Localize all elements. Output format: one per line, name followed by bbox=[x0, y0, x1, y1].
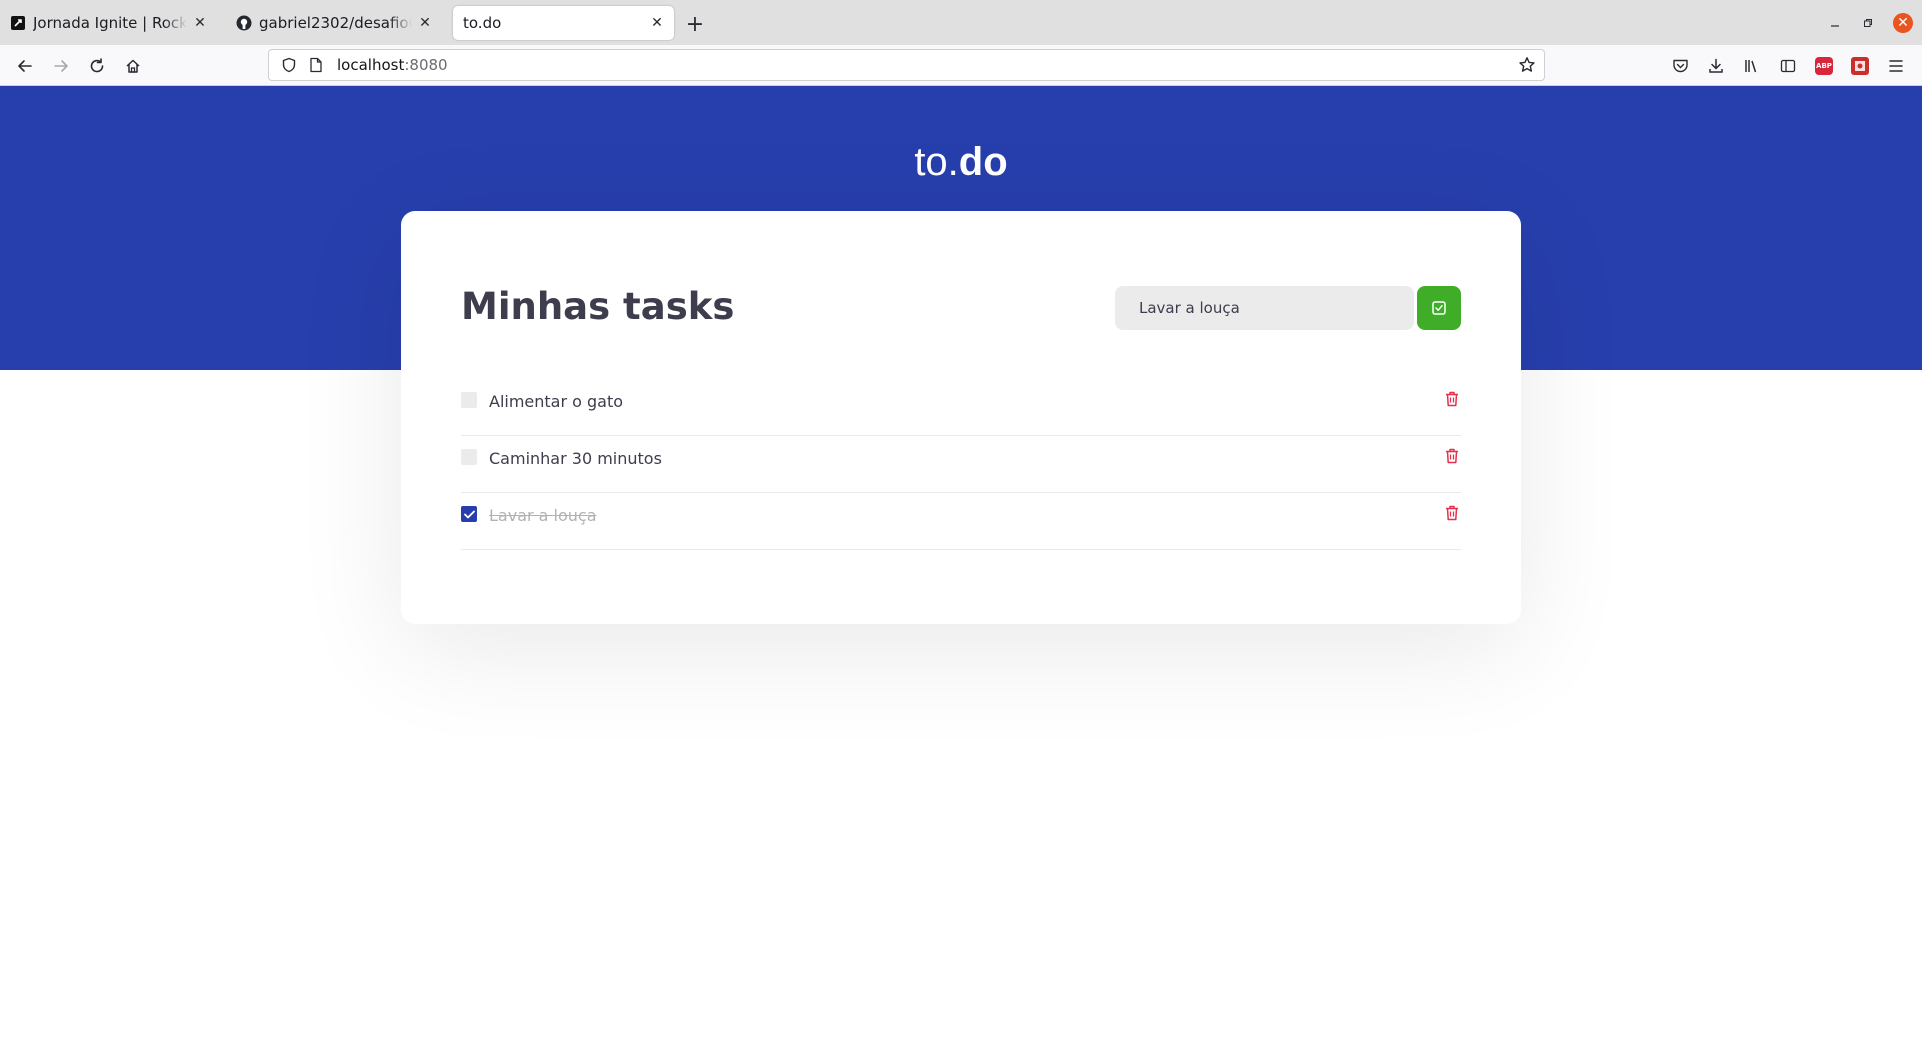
page-viewport: to.do Minhas tasks Alimentar o gato Cami… bbox=[0, 86, 1922, 1055]
minimize-icon[interactable] bbox=[1823, 11, 1847, 35]
adblock-icon[interactable]: ABP bbox=[1811, 53, 1837, 79]
sidebar-icon[interactable] bbox=[1775, 53, 1801, 79]
star-icon[interactable] bbox=[1518, 56, 1536, 74]
trash-icon[interactable] bbox=[1443, 389, 1461, 409]
browser-tab-bar: Jornada Ignite | Rocketseat ✕ gabriel230… bbox=[0, 0, 1922, 45]
shield-icon[interactable] bbox=[281, 57, 299, 73]
rocketseat-icon bbox=[10, 15, 26, 31]
task-title: Alimentar o gato bbox=[489, 392, 624, 411]
app-logo: to.do bbox=[0, 140, 1922, 185]
tasks-card: Minhas tasks Alimentar o gato Caminhar 3… bbox=[401, 211, 1521, 624]
browser-nav-bar: localhost:8080 ABP bbox=[0, 45, 1922, 86]
home-icon[interactable] bbox=[120, 53, 146, 79]
url-port: :8080 bbox=[404, 56, 448, 74]
check-square-icon bbox=[1432, 301, 1446, 315]
task-row: Alimentar o gato bbox=[461, 379, 1461, 436]
restore-icon[interactable] bbox=[1856, 11, 1880, 35]
close-tab-icon[interactable]: ✕ bbox=[191, 14, 209, 32]
task-row: Lavar a louça bbox=[461, 493, 1461, 550]
reload-icon[interactable] bbox=[84, 53, 110, 79]
task-checkbox[interactable] bbox=[461, 449, 477, 465]
tab-title: to.do bbox=[463, 14, 502, 32]
window-close-icon[interactable]: ✕ bbox=[1893, 13, 1913, 33]
checkmark-icon bbox=[463, 510, 475, 518]
task-checkbox[interactable] bbox=[461, 506, 477, 522]
task-list: Alimentar o gato Caminhar 30 minutos Lav… bbox=[461, 379, 1461, 550]
browser-tab-rocketseat[interactable]: Jornada Ignite | Rocketseat ✕ bbox=[0, 6, 217, 40]
extension-icon[interactable] bbox=[1847, 53, 1873, 79]
page-title: Minhas tasks bbox=[461, 285, 735, 328]
new-tab-icon[interactable]: + bbox=[682, 11, 708, 37]
tab-title: Jornada Ignite | Rocketseat bbox=[33, 14, 187, 32]
logo-light: to. bbox=[914, 140, 959, 184]
browser-tab-github[interactable]: gabriel2302/desafio01-reactjs ✕ bbox=[226, 6, 442, 40]
add-task-button[interactable] bbox=[1417, 286, 1461, 330]
arrow-right-icon[interactable] bbox=[48, 53, 74, 79]
new-task-input[interactable] bbox=[1115, 286, 1414, 330]
task-checkbox[interactable] bbox=[461, 392, 477, 408]
download-icon[interactable] bbox=[1703, 53, 1729, 79]
close-tab-icon[interactable]: ✕ bbox=[416, 14, 434, 32]
url-bar[interactable]: localhost:8080 bbox=[268, 49, 1545, 81]
url-text: localhost:8080 bbox=[337, 56, 448, 74]
adblock-label: ABP bbox=[1815, 57, 1833, 75]
trash-icon[interactable] bbox=[1443, 446, 1461, 466]
browser-tab-todo[interactable]: to.do ✕ bbox=[453, 6, 674, 40]
pocket-icon[interactable] bbox=[1667, 53, 1693, 79]
page-info-icon[interactable] bbox=[309, 57, 325, 73]
github-icon bbox=[236, 15, 252, 31]
close-tab-icon[interactable]: ✕ bbox=[648, 14, 666, 32]
arrow-left-icon[interactable] bbox=[12, 53, 38, 79]
task-title: Caminhar 30 minutos bbox=[489, 449, 662, 468]
url-host: localhost bbox=[337, 56, 405, 74]
logo-bold: do bbox=[958, 140, 1008, 184]
task-title: Lavar a louça bbox=[489, 506, 597, 525]
tab-title: gabriel2302/desafio01-reactjs bbox=[259, 14, 412, 32]
library-icon[interactable] bbox=[1739, 53, 1765, 79]
task-row: Caminhar 30 minutos bbox=[461, 436, 1461, 493]
trash-icon[interactable] bbox=[1443, 503, 1461, 523]
hamburger-menu-icon[interactable] bbox=[1883, 53, 1909, 79]
